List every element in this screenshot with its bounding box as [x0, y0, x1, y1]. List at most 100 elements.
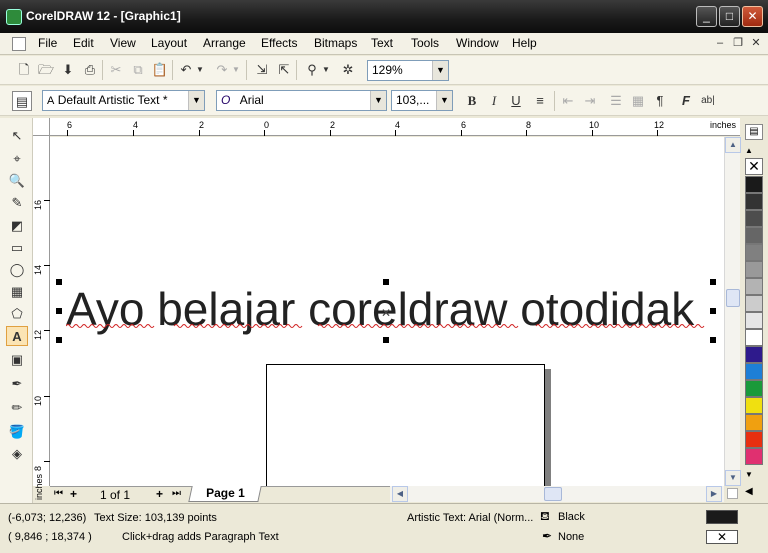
navigator-button[interactable] — [727, 488, 738, 499]
palette-scroll-down-icon[interactable]: ▼ — [745, 470, 753, 479]
color-swatch[interactable] — [745, 210, 763, 227]
selection-handle[interactable] — [56, 279, 62, 285]
selection-handle[interactable] — [710, 279, 716, 285]
minimize-button[interactable]: _ — [696, 6, 717, 27]
color-swatch[interactable] — [745, 176, 763, 193]
selection-handle[interactable] — [383, 337, 389, 343]
basic-shapes-tool-icon[interactable]: ⬠ — [6, 304, 28, 324]
color-swatch[interactable] — [745, 380, 763, 397]
selection-handle[interactable] — [56, 308, 62, 314]
import-icon[interactable]: ⇲ — [252, 60, 272, 80]
undo-dropdown-icon[interactable]: ▼ — [194, 60, 206, 80]
scroll-thumb[interactable] — [726, 289, 740, 307]
color-swatch[interactable] — [745, 278, 763, 295]
eyedropper-tool-icon[interactable]: ✒ — [6, 374, 28, 394]
rectangle-tool-icon[interactable]: ▭ — [6, 238, 28, 258]
drop-cap-icon[interactable]: ▦ — [628, 91, 648, 111]
menu-help[interactable]: Help — [512, 36, 537, 50]
document-icon[interactable] — [12, 37, 26, 51]
decrease-indent-icon[interactable]: ⇤ — [558, 91, 578, 111]
chevron-down-icon[interactable]: ▼ — [188, 91, 204, 110]
vertical-text-icon[interactable]: ab| — [698, 91, 718, 111]
scroll-right-button[interactable]: ▶ — [706, 486, 722, 502]
pick-tool-icon[interactable]: ↖ — [6, 126, 28, 146]
format-text-icon[interactable]: ¶ — [650, 91, 670, 111]
menu-window[interactable]: Window — [456, 36, 499, 50]
ruler-origin[interactable] — [33, 118, 50, 136]
menu-layout[interactable]: Layout — [151, 36, 187, 50]
save-icon[interactable]: ⬇ — [58, 60, 78, 80]
smart-fill-tool-icon[interactable]: ◩ — [6, 216, 28, 236]
new-document-icon[interactable]: 🗋 — [14, 60, 34, 80]
selection-handle[interactable] — [710, 308, 716, 314]
doc-close-button[interactable]: ✕ — [748, 36, 764, 50]
color-swatch[interactable] — [745, 363, 763, 380]
center-marker-icon[interactable]: ✕ — [381, 306, 391, 320]
last-page-icon[interactable]: ⏭ — [172, 488, 181, 499]
menu-bitmaps[interactable]: Bitmaps — [314, 36, 357, 50]
color-swatch[interactable] — [745, 448, 763, 465]
chevron-down-icon[interactable]: ▼ — [432, 61, 448, 80]
color-swatch[interactable] — [745, 227, 763, 244]
color-swatch[interactable] — [745, 397, 763, 414]
undo-icon[interactable]: ↶ — [176, 60, 196, 80]
palette-scroll-up-icon[interactable]: ▲ — [745, 146, 753, 155]
application-launcher-icon[interactable]: ⚲ — [302, 60, 322, 80]
vertical-ruler[interactable]: 16 14 12 10 8 — [33, 136, 50, 486]
font-size-select[interactable]: 103,... ▼ — [391, 90, 453, 111]
doc-minimize-button[interactable]: – — [712, 36, 728, 50]
open-icon[interactable]: 🗁 — [36, 60, 56, 80]
zoom-tool-icon[interactable]: 🔍 — [6, 171, 28, 191]
add-page-after-button[interactable]: + — [156, 487, 163, 501]
fill-tool-icon[interactable]: 🪣 — [6, 422, 28, 442]
scroll-left-button[interactable]: ◀ — [392, 486, 408, 502]
color-swatch[interactable] — [745, 244, 763, 261]
vertical-scrollbar[interactable]: ▲ ▼ — [724, 137, 741, 486]
color-swatch[interactable] — [745, 295, 763, 312]
menu-effects[interactable]: Effects — [261, 36, 297, 50]
ellipse-tool-icon[interactable]: ◯ — [6, 260, 28, 280]
object-properties-icon[interactable]: ▤ — [12, 91, 32, 111]
edit-text-icon[interactable]: F — [676, 91, 696, 111]
first-page-icon[interactable]: ⏮ — [54, 488, 63, 499]
color-swatch[interactable] — [745, 414, 763, 431]
scroll-thumb[interactable] — [544, 487, 562, 501]
no-color-swatch[interactable]: ✕ — [745, 158, 763, 175]
corel-online-icon[interactable]: ✲ — [338, 60, 358, 80]
font-list-select[interactable]: O Arial ▼ — [216, 90, 387, 111]
selection-handle[interactable] — [56, 337, 62, 343]
cut-icon[interactable]: ✂ — [106, 60, 126, 80]
paste-icon[interactable]: 📋 — [150, 60, 170, 80]
bullet-list-icon[interactable]: ☰ — [606, 91, 626, 111]
horizontal-ruler[interactable]: 6 4 2 0 2 4 6 8 10 12 inches — [50, 118, 740, 136]
page-tab[interactable]: Page 1 — [188, 486, 262, 502]
color-swatch[interactable] — [745, 431, 763, 448]
redo-dropdown-icon[interactable]: ▼ — [230, 60, 242, 80]
zoom-levels-select[interactable]: 129% ▼ — [367, 60, 449, 81]
chevron-down-icon[interactable]: ▼ — [436, 91, 452, 110]
chevron-down-icon[interactable]: ▼ — [370, 91, 386, 110]
menu-edit[interactable]: Edit — [73, 36, 94, 50]
freehand-tool-icon[interactable]: ✎ — [6, 193, 28, 213]
menu-view[interactable]: View — [110, 36, 136, 50]
palette-options-icon[interactable]: ▤ — [745, 124, 763, 140]
redo-icon[interactable]: ↷ — [212, 60, 232, 80]
selection-handle[interactable] — [383, 279, 389, 285]
color-swatch[interactable] — [745, 312, 763, 329]
interactive-fill-tool-icon[interactable]: ◈ — [6, 444, 28, 464]
print-icon[interactable]: ⎙ — [80, 60, 100, 80]
maximize-button[interactable]: □ — [719, 6, 740, 27]
color-swatch[interactable] — [745, 346, 763, 363]
close-button[interactable]: ✕ — [742, 6, 763, 27]
bold-button[interactable]: B — [462, 91, 482, 111]
selection-handle[interactable] — [710, 337, 716, 343]
italic-button[interactable]: I — [484, 91, 504, 111]
scroll-down-button[interactable]: ▼ — [725, 470, 741, 486]
fill-color-swatch[interactable] — [706, 510, 738, 524]
horizontal-scrollbar[interactable]: ◀ ▶ — [390, 486, 724, 502]
horizontal-alignment-icon[interactable]: ≡ — [530, 91, 550, 111]
outline-tool-icon[interactable]: ✏ — [6, 398, 28, 418]
copy-icon[interactable]: ⧉ — [128, 60, 148, 80]
color-swatch[interactable] — [745, 329, 763, 346]
palette-expand-icon[interactable]: ◀ — [745, 486, 753, 497]
